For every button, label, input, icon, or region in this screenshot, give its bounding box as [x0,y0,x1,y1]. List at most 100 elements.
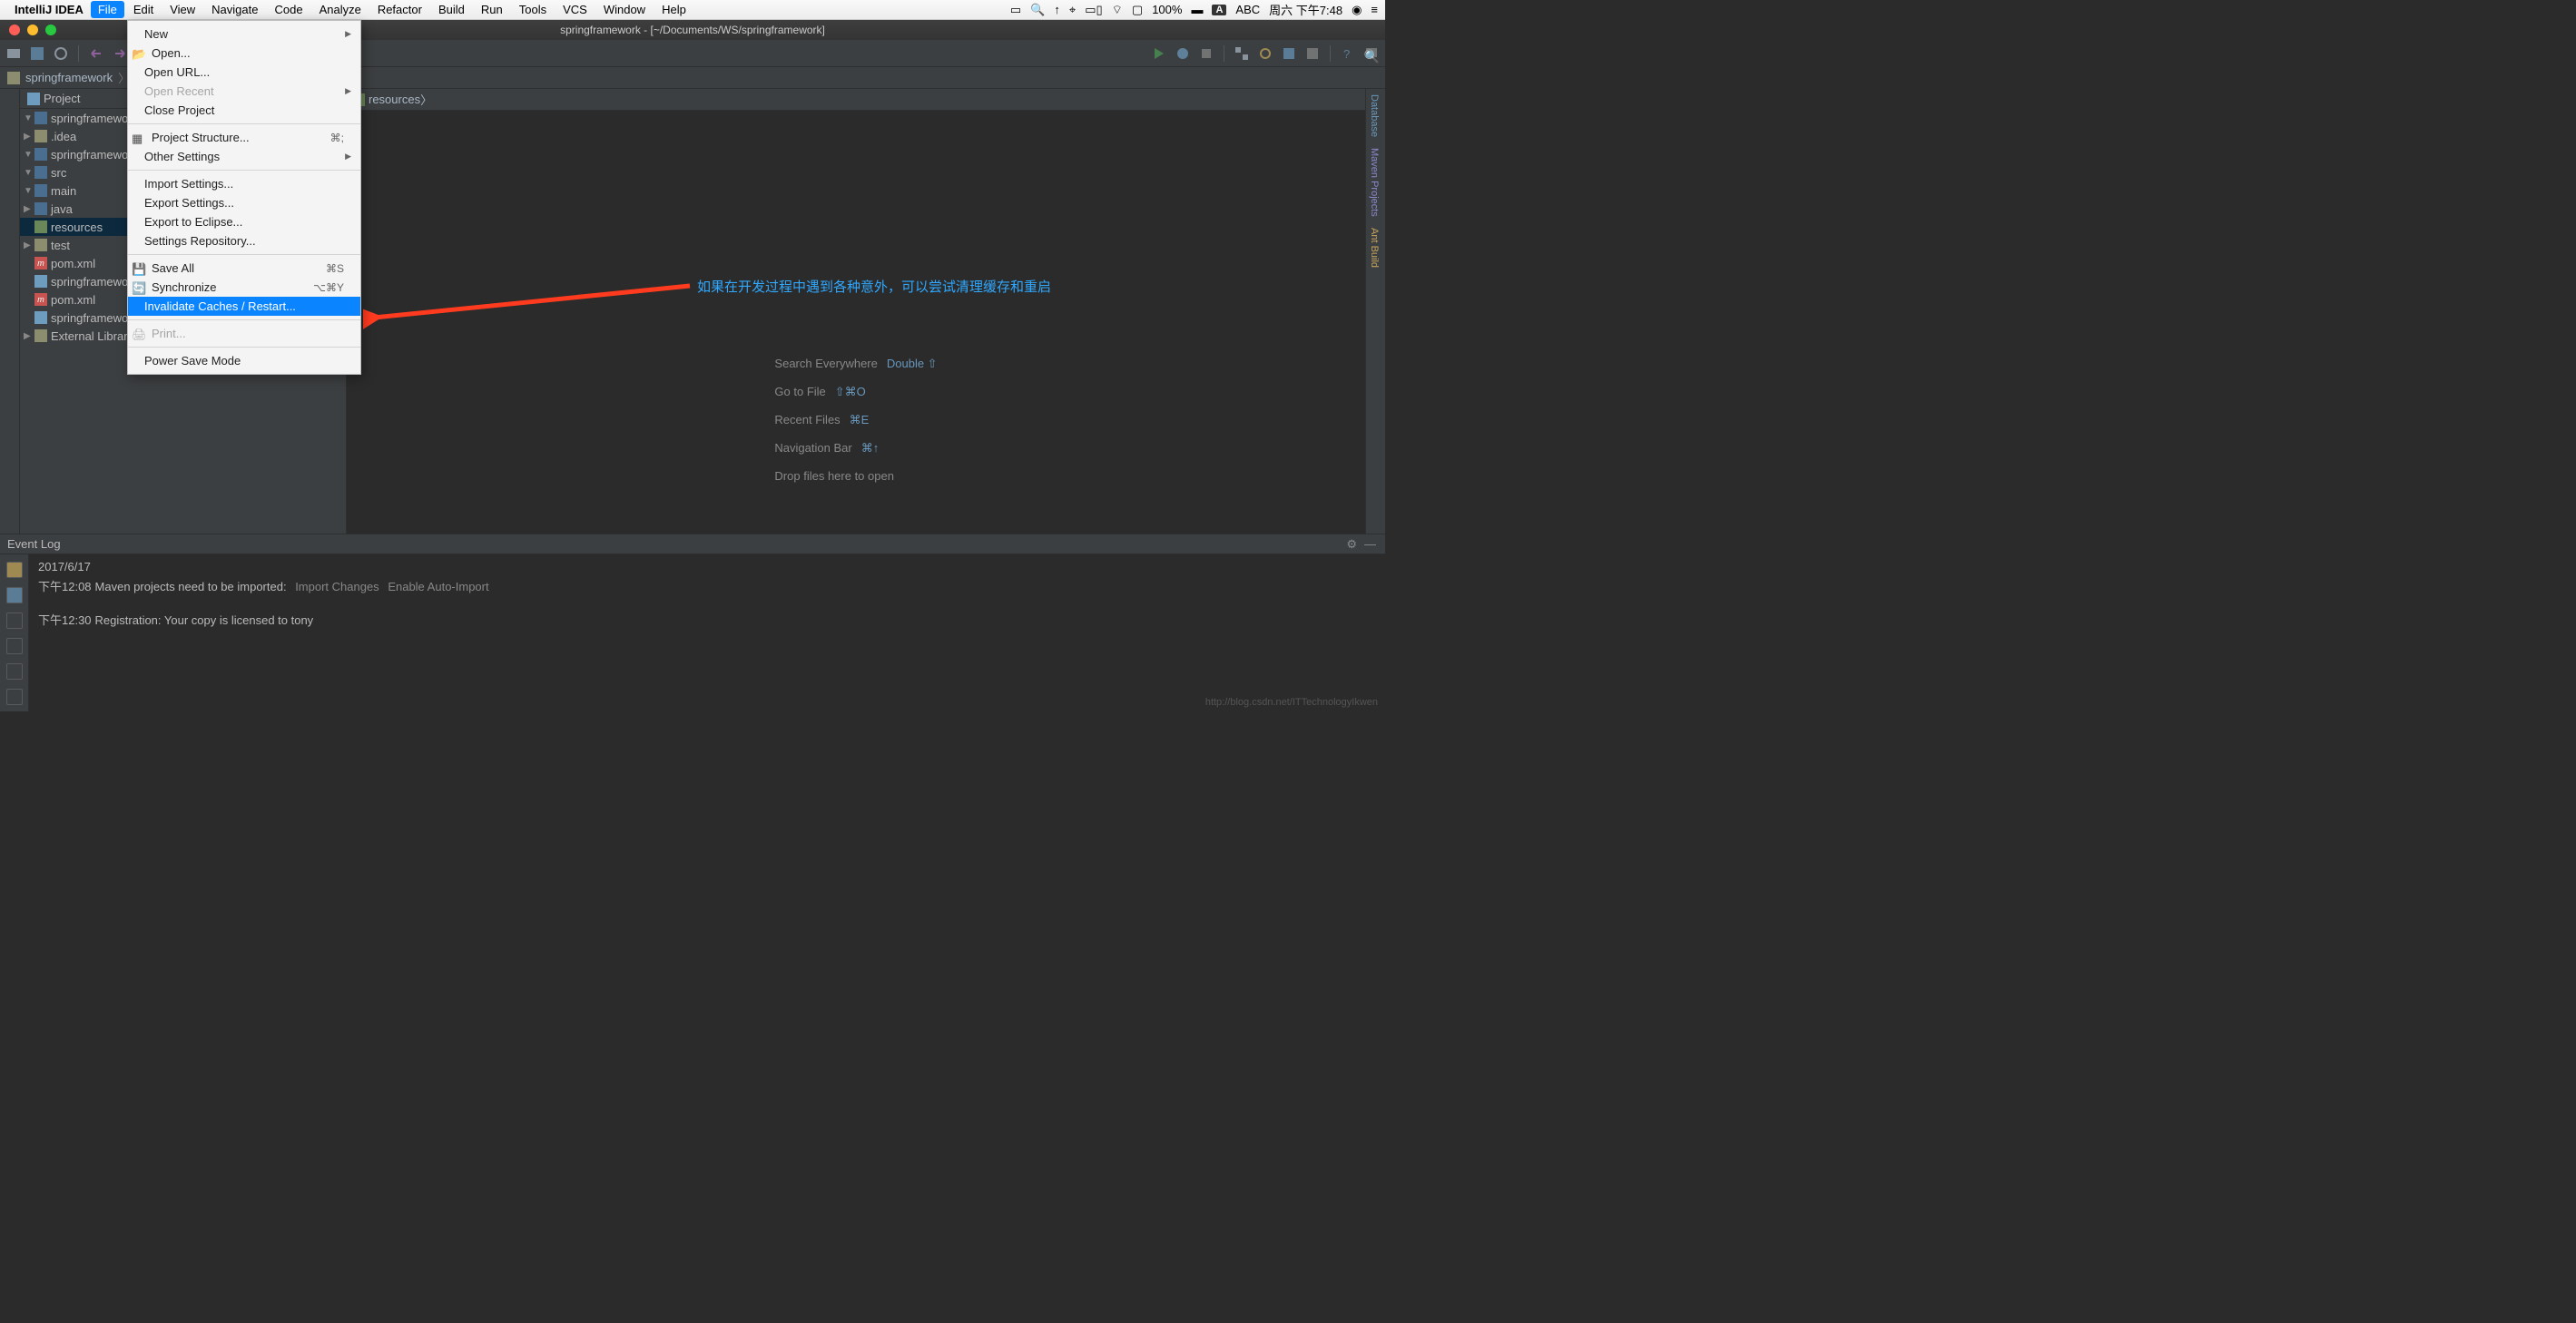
menu-import-settings[interactable]: Import Settings... [128,174,360,193]
menu-window[interactable]: Window [596,1,653,18]
menu-new[interactable]: New [128,24,360,44]
ant-tool-button[interactable]: Ant Build [1366,222,1382,273]
clock[interactable]: 周六 下午7:48 [1269,1,1342,18]
menu-settings-repository[interactable]: Settings Repository... [128,231,360,250]
menu-synchronize[interactable]: 🔄Synchronize⌥⌘Y [128,278,360,297]
menu-save-all[interactable]: 💾Save All⌘S [128,259,360,278]
menu-export-settings[interactable]: Export Settings... [128,193,360,212]
help-icon[interactable]: ? [1340,45,1356,62]
printer-icon: 🖨 [132,328,146,340]
display-icon[interactable]: ▢ [1132,3,1143,17]
event-log-entry: 下午12:30Registration: Your copy is licens… [38,611,1376,628]
minimize-panel-icon[interactable]: — [1364,537,1376,552]
event-log-link[interactable]: Import Changes [295,580,379,593]
left-tool-strip [0,89,20,534]
svg-text:?: ? [1343,47,1350,61]
app-name[interactable]: IntelliJ IDEA [15,3,84,16]
file-menu-dropdown: New 📂Open... Open URL... Open Recent Clo… [127,20,361,375]
macos-menubar: IntelliJ IDEA File Edit View Navigate Co… [0,0,1385,20]
run-icon[interactable] [1151,45,1167,62]
welcome-label: Drop files here to open [774,469,894,483]
menu-open-recent[interactable]: Open Recent [128,82,360,101]
event-log-output: 2017/6/17 下午12:08Maven projects need to … [29,554,1385,711]
menu-navigate[interactable]: Navigate [204,1,265,18]
database-tool-button[interactable]: Database [1366,89,1382,142]
welcome-shortcut: ⌘E [850,413,870,426]
menu-run[interactable]: Run [474,1,510,18]
menu-project-structure[interactable]: ▦Project Structure...⌘; [128,128,360,147]
refresh-icon[interactable] [53,45,69,62]
menu-help[interactable]: Help [654,1,693,18]
menu-close-project[interactable]: Close Project [128,101,360,120]
profile-icon[interactable] [1304,45,1321,62]
menu-refactor[interactable]: Refactor [370,1,429,18]
search-icon[interactable]: 🔍 [1364,49,1380,64]
undo-icon[interactable] [88,45,104,62]
menu-open-url[interactable]: Open URL... [128,63,360,82]
airplay-icon[interactable]: ▭ [1010,3,1021,17]
menu-invalidate-caches[interactable]: Invalidate Caches / Restart... [128,297,360,316]
menu-view[interactable]: View [162,1,202,18]
upload-icon[interactable]: ↑ [1054,3,1060,16]
battery-icon[interactable]: ▬ [1191,3,1203,16]
menu-power-save[interactable]: Power Save Mode [128,351,360,370]
event-log-panel: 2017/6/17 下午12:08Maven projects need to … [0,554,1385,711]
input-source-icon[interactable]: A [1212,5,1226,15]
filter-icon[interactable] [6,612,23,629]
battery-icon-outline[interactable]: ▭▯ [1085,3,1102,17]
mark-icon[interactable] [6,663,23,680]
menu-edit[interactable]: Edit [126,1,161,18]
notification-center-icon[interactable]: ≡ [1371,3,1378,16]
menu-other-settings[interactable]: Other Settings [128,147,360,166]
menu-file[interactable]: File [91,1,124,18]
wifi-icon[interactable]: ⌔ [1112,3,1123,17]
event-log-title: Event Log [7,537,61,551]
right-tool-strip: Database Maven Projects Ant Build [1365,89,1385,534]
welcome-shortcut: ⇧⌘O [835,385,866,398]
bluetooth-icon[interactable]: ⌖ [1069,3,1076,17]
event-log-gutter [0,554,29,711]
menu-build[interactable]: Build [431,1,472,18]
welcome-label: Search Everywhere [774,357,877,370]
welcome-shortcut: ⌘↑ [861,441,880,455]
siri-icon[interactable]: ◉ [1352,3,1362,17]
editor-breadcrumb[interactable]: resources〉 [347,89,1365,111]
menu-print[interactable]: 🖨Print... [128,324,360,343]
welcome-shortcut: Double ⇧ [887,357,938,370]
battery-percent: 100% [1152,3,1182,16]
input-source-label: ABC [1235,3,1260,16]
menu-open[interactable]: 📂Open... [128,44,360,63]
event-log-header[interactable]: Event Log ⚙ — [0,534,1385,554]
welcome-panel: Search EverywhereDouble ⇧ Go to File⇧⌘O … [774,343,937,496]
menu-export-eclipse[interactable]: Export to Eclipse... [128,212,360,231]
sdk-icon[interactable] [1281,45,1297,62]
structure-icon: ▦ [132,132,146,144]
trash-icon[interactable] [6,689,23,705]
project-tool-label: Project [44,92,80,105]
folder-open-icon: 📂 [132,47,146,60]
menu-code[interactable]: Code [267,1,310,18]
stop-icon[interactable] [1198,45,1214,62]
open-icon[interactable] [5,45,22,62]
balloon-icon[interactable] [6,562,23,578]
info-icon[interactable] [6,587,23,603]
menu-analyze[interactable]: Analyze [312,1,369,18]
maven-tool-button[interactable]: Maven Projects [1366,142,1382,222]
welcome-label: Go to File [774,385,825,398]
menubar-status-area: ▭ 🔍 ↑ ⌖ ▭▯ ⌔ ▢ 100% ▬ A ABC 周六 下午7:48 ◉ … [1010,1,1378,18]
annotation-text: 如果在开发过程中遇到各种意外，可以尝试清理缓存和重启 [697,277,1051,296]
breadcrumb-item: springframework [4,71,116,84]
scroll-icon[interactable] [6,638,23,654]
spotlight-icon[interactable]: 🔍 [1030,3,1045,17]
menu-vcs[interactable]: VCS [556,1,595,18]
event-log-link[interactable]: Enable Auto-Import [388,580,488,593]
menu-tools[interactable]: Tools [512,1,554,18]
debug-icon[interactable] [1175,45,1191,62]
structure-icon[interactable] [1234,45,1250,62]
save-icon[interactable] [29,45,45,62]
gear-icon[interactable]: ⚙ [1346,537,1357,552]
watermark: http://blog.csdn.net/ITTechnologyIkwen [1205,697,1378,708]
settings-icon[interactable] [1257,45,1273,62]
redo-icon[interactable] [112,45,128,62]
event-log-entry: 下午12:08Maven projects need to be importe… [38,577,1376,594]
